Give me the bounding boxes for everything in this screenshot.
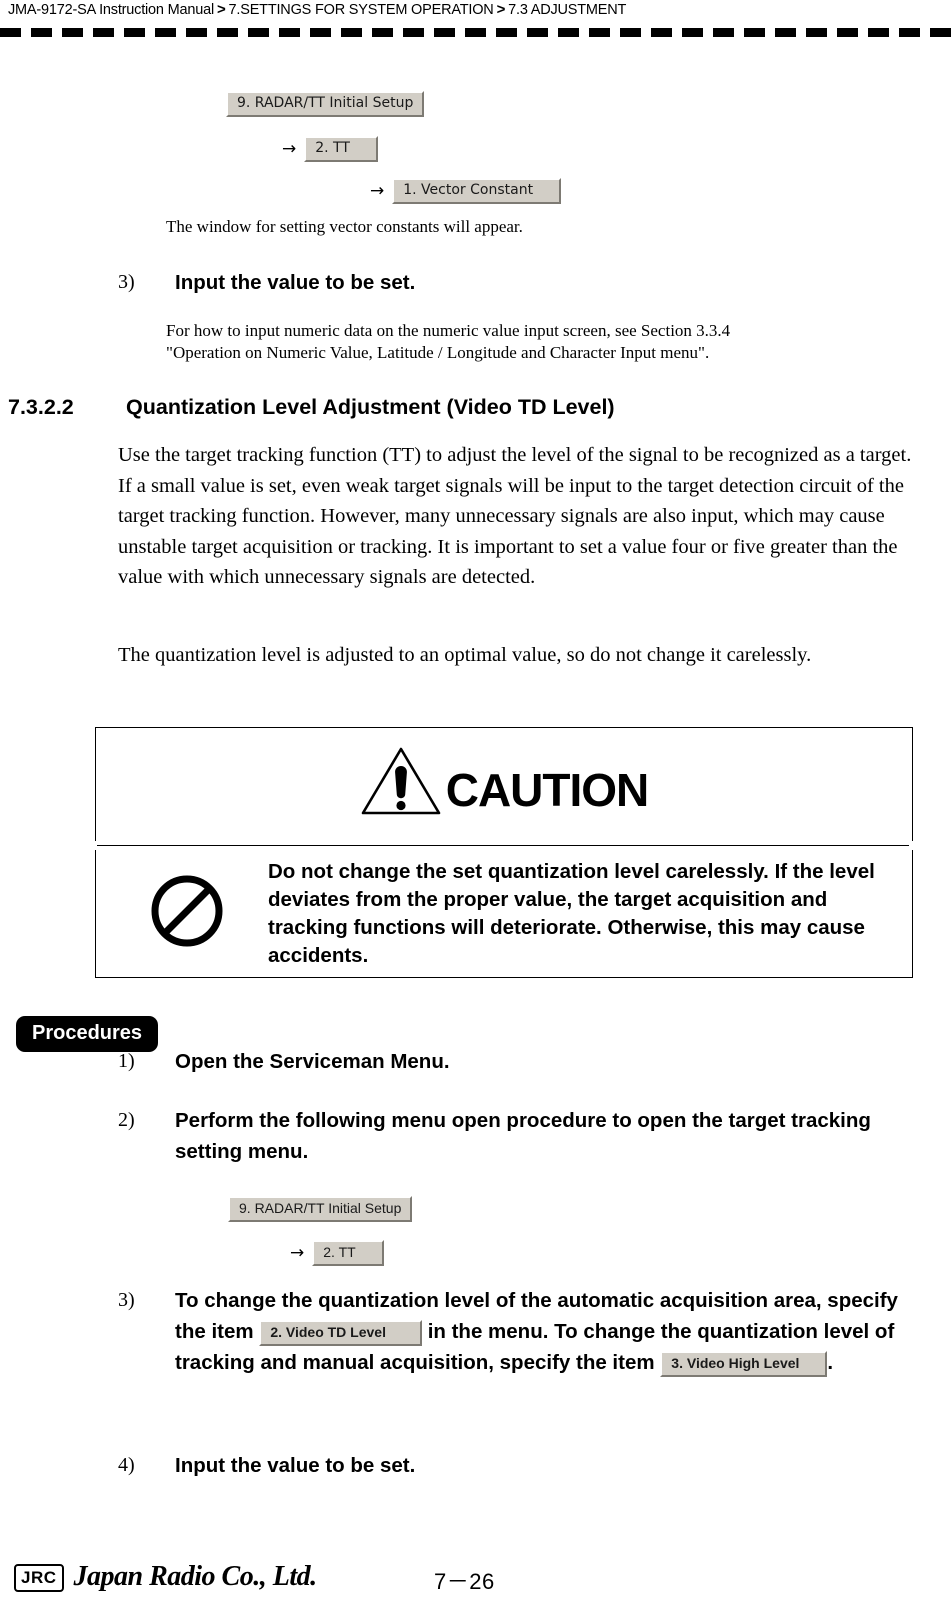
caution-body-text: Do not change the set quantization level… bbox=[268, 860, 875, 967]
page-title: Quantization Level Adjustment (Video TD … bbox=[126, 395, 615, 419]
procedure-step-4: 4) Input the value to be set. bbox=[118, 1450, 918, 1481]
breadcrumb-section: 7.3 ADJUSTMENT bbox=[508, 2, 627, 18]
section-heading: 7.3.2.2 Quantization Level Adjustment (Vi… bbox=[8, 395, 615, 420]
menu-chain-row-2: → 2. TT bbox=[282, 134, 378, 164]
menu-chain-row-5: → 2. TT bbox=[290, 1238, 384, 1268]
header-dashed-rule bbox=[0, 28, 952, 37]
chain-arrow-icon: → bbox=[282, 139, 297, 160]
divider-nick-right bbox=[909, 841, 913, 850]
caution-title-row: CAUTION bbox=[95, 745, 913, 822]
section-paragraph-1: Use the target tracking function (TT) to… bbox=[118, 444, 912, 588]
warning-triangle-icon bbox=[360, 745, 442, 822]
step-title: Input the value to be set. bbox=[175, 1454, 416, 1477]
procedure-step-1: 1) Open the Serviceman Menu. bbox=[118, 1046, 918, 1077]
procedure-step-2: 2) Perform the following menu open proce… bbox=[118, 1105, 908, 1167]
breadcrumb-chapter: 7.SETTINGS FOR SYSTEM OPERATION bbox=[228, 2, 494, 18]
menu-chip-tt[interactable]: 2. TT bbox=[312, 1240, 384, 1267]
step-3-note-line-2: "Operation on Numeric Value, Latitude / … bbox=[166, 343, 710, 362]
menu-chip-video-high-level[interactable]: 3. Video High Level bbox=[660, 1350, 828, 1377]
step-title: Perform the following menu open procedur… bbox=[175, 1109, 871, 1163]
caution-title: CAUTION bbox=[445, 763, 650, 816]
chain-arrow-icon: → bbox=[370, 181, 385, 202]
step-title: Open the Serviceman Menu. bbox=[175, 1050, 450, 1073]
breadcrumb-separator-2: > bbox=[496, 1, 506, 18]
procedure-step-3: 3) To change the quantization level of t… bbox=[118, 1285, 918, 1378]
step-3-text-part-3: . bbox=[827, 1351, 834, 1374]
company-name: Japan Radio Co., Ltd. bbox=[73, 1561, 318, 1592]
divider-nick-left bbox=[93, 841, 97, 850]
step-number: 4) bbox=[118, 1454, 135, 1476]
menu-chip-radar-tt-initial-setup[interactable]: 9. RADAR/TT Initial Setup bbox=[228, 1196, 413, 1223]
step-number: 3) bbox=[118, 1289, 135, 1311]
step-3-note: For how to input numeric data on the num… bbox=[166, 320, 896, 364]
jrc-logo: JRC bbox=[14, 1564, 64, 1592]
menu-chip-radar-tt-initial-setup[interactable]: 9. RADAR/TT Initial Setup bbox=[226, 91, 425, 118]
breadcrumb-manual: JMA-9172-SA Instruction Manual bbox=[8, 2, 214, 18]
step-3-note-line-1: For how to input numeric data on the num… bbox=[166, 321, 731, 340]
menu-chip-video-td-level[interactable]: 2. Video TD Level bbox=[259, 1319, 422, 1346]
menu-chain-row-1: 9. RADAR/TT Initial Setup bbox=[226, 89, 425, 119]
step-number: 1) bbox=[118, 1050, 135, 1072]
menu-chain-row-4: 9. RADAR/TT Initial Setup bbox=[228, 1194, 413, 1224]
breadcrumb: JMA-9172-SA Instruction Manual >7.SETTING… bbox=[8, 0, 952, 24]
section-number: 7.3.2.2 bbox=[8, 395, 74, 419]
section-paragraph-2: The quantization level is adjusted to an… bbox=[118, 644, 812, 666]
breadcrumb-separator-1: > bbox=[216, 1, 226, 18]
menu-chain-row-3: → 1. Vector Constant bbox=[370, 176, 562, 206]
menu-chip-vector-constant[interactable]: 1. Vector Constant bbox=[392, 178, 562, 205]
step-title: Input the value to be set. bbox=[175, 271, 416, 294]
step-number: 3) bbox=[118, 271, 135, 293]
chain-arrow-icon: → bbox=[290, 1243, 305, 1264]
menu-chip-tt[interactable]: 2. TT bbox=[304, 136, 378, 163]
caution-box-divider bbox=[95, 845, 913, 846]
step-number: 2) bbox=[118, 1109, 135, 1131]
page-footer: JRC Japan Radio Co., Ltd. 7－26 bbox=[14, 1561, 938, 1594]
prohibition-icon bbox=[148, 872, 226, 955]
page-number: 7－26 bbox=[434, 1569, 495, 1594]
step-title: To change the quantization level of the … bbox=[175, 1285, 918, 1378]
vector-constant-result-text: The window for setting vector constants … bbox=[166, 217, 523, 236]
step-3-previous: 3) Input the value to be set. bbox=[118, 267, 918, 298]
